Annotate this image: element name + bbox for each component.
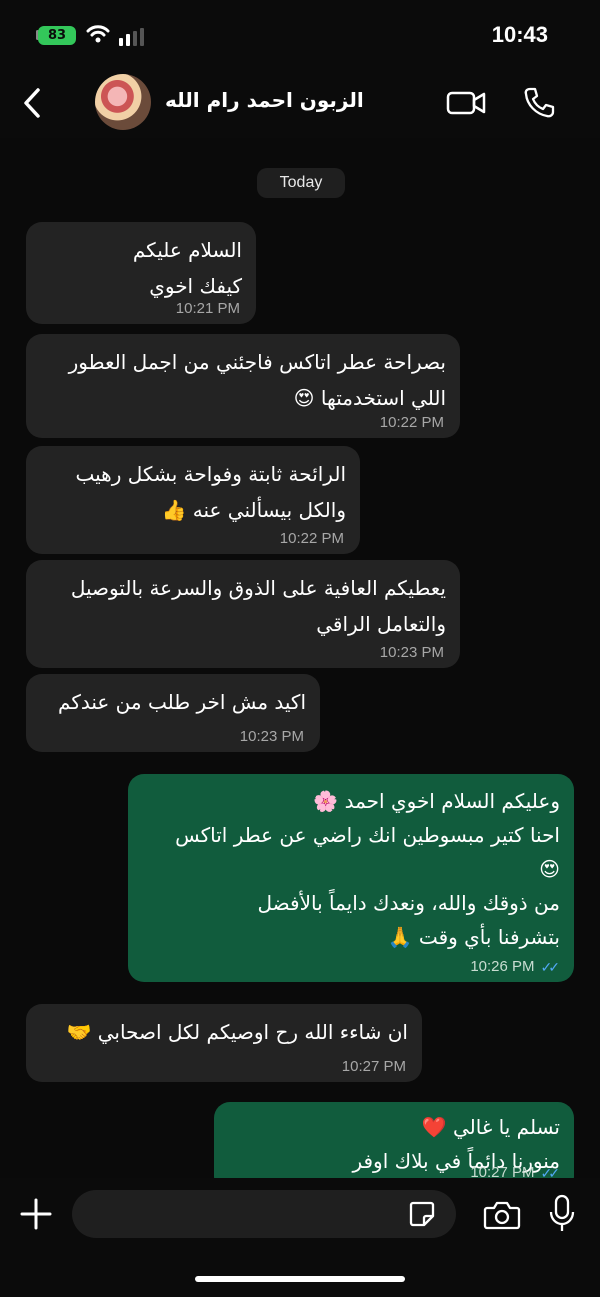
message-bubble-outgoing[interactable]: وعليكم السلام اخوي احمد 🌸 احنا كتير مبسو… xyxy=(128,774,574,982)
message-text: ان شاءء الله رح اوصيكم لكل اصحابي 🤝 xyxy=(66,1020,408,1044)
message-time: 10:27 PM ✓✓ xyxy=(470,1164,561,1178)
message-text: والكل بيسألني عنه 👍 xyxy=(161,498,346,522)
message-composer xyxy=(0,1178,600,1297)
message-text: اكيد مش اخر طلب من عندكم xyxy=(58,690,306,714)
attach-plus-icon[interactable] xyxy=(18,1196,54,1232)
battery-indicator: 83 xyxy=(38,26,76,45)
message-text: يعطيكم العافية على الذوق والسرعة بالتوصي… xyxy=(70,576,446,600)
message-text: والتعامل الراقي xyxy=(316,612,446,636)
voice-call-icon[interactable] xyxy=(522,86,556,120)
message-text: تسلم يا غالي ❤️ xyxy=(421,1115,560,1139)
sticker-icon[interactable] xyxy=(408,1200,436,1228)
message-text: اللي استخدمتها 😍 xyxy=(293,386,446,410)
message-bubble-incoming[interactable]: يعطيكم العافية على الذوق والسرعة بالتوصي… xyxy=(26,560,460,668)
wifi-icon xyxy=(86,25,110,43)
message-time: 10:23 PM xyxy=(239,728,304,745)
message-time-text: 10:27 PM xyxy=(470,1164,535,1178)
contact-avatar[interactable] xyxy=(95,74,151,130)
message-bubble-incoming[interactable]: اكيد مش اخر طلب من عندكم 10:23 PM xyxy=(26,674,320,752)
clock: 10:43 xyxy=(491,22,548,47)
home-indicator[interactable] xyxy=(195,1276,405,1282)
message-bubble-incoming[interactable]: السلام عليكم كيفك اخوي 10:21 PM xyxy=(26,222,256,324)
message-input[interactable] xyxy=(72,1190,456,1238)
camera-icon[interactable] xyxy=(483,1200,521,1230)
cellular-signal-icon xyxy=(119,28,144,46)
message-time: 10:22 PM xyxy=(379,414,444,431)
message-time: 10:26 PM ✓✓ xyxy=(470,958,561,976)
read-receipt-icon: ✓✓ xyxy=(540,959,561,975)
status-bar: 83 10:43 xyxy=(0,0,600,70)
message-time: 10:27 PM xyxy=(341,1058,406,1075)
message-time-text: 10:26 PM xyxy=(470,958,535,975)
message-bubble-incoming[interactable]: بصراحة عطر اتاكس فاجئني من اجمل العطور ا… xyxy=(26,334,460,438)
message-list[interactable]: Today السلام عليكم كيفك اخوي 10:21 PM بص… xyxy=(0,138,600,1178)
back-icon[interactable] xyxy=(18,84,48,122)
message-text: كيفك اخوي xyxy=(149,274,242,298)
message-text: الرائحة ثابتة وفواحة بشكل رهيب xyxy=(75,462,346,486)
contact-name[interactable]: الزبون احمد رام الله xyxy=(165,88,365,112)
message-text: 😍 xyxy=(539,857,560,881)
message-bubble-incoming[interactable]: ان شاءء الله رح اوصيكم لكل اصحابي 🤝 10:2… xyxy=(26,1004,422,1082)
microphone-icon[interactable] xyxy=(548,1194,576,1234)
message-bubble-incoming[interactable]: الرائحة ثابتة وفواحة بشكل رهيب والكل بيس… xyxy=(26,446,360,554)
message-time: 10:23 PM xyxy=(379,644,444,661)
message-text: بصراحة عطر اتاكس فاجئني من اجمل العطور xyxy=(68,350,446,374)
message-text: بتشرفنا بأي وقت 🙏 xyxy=(387,925,560,949)
video-call-icon[interactable] xyxy=(446,88,488,118)
message-time: 10:21 PM xyxy=(175,300,240,317)
date-separator: Today xyxy=(257,168,345,198)
message-text: من ذوقك والله، ونعدك دايماً بالأفضل xyxy=(257,891,560,915)
message-bubble-outgoing[interactable]: تسلم يا غالي ❤️ منورنا دائماً في بلاك او… xyxy=(214,1102,574,1178)
message-text: السلام عليكم xyxy=(132,238,242,262)
message-text: احنا كتير مبسوطين انك راضي عن عطر اتاكس xyxy=(175,823,560,847)
chat-header: الزبون احمد رام الله xyxy=(0,70,600,138)
message-time: 10:22 PM xyxy=(279,530,344,547)
read-receipt-icon: ✓✓ xyxy=(540,1165,561,1178)
message-text: وعليكم السلام اخوي احمد 🌸 xyxy=(313,789,560,813)
